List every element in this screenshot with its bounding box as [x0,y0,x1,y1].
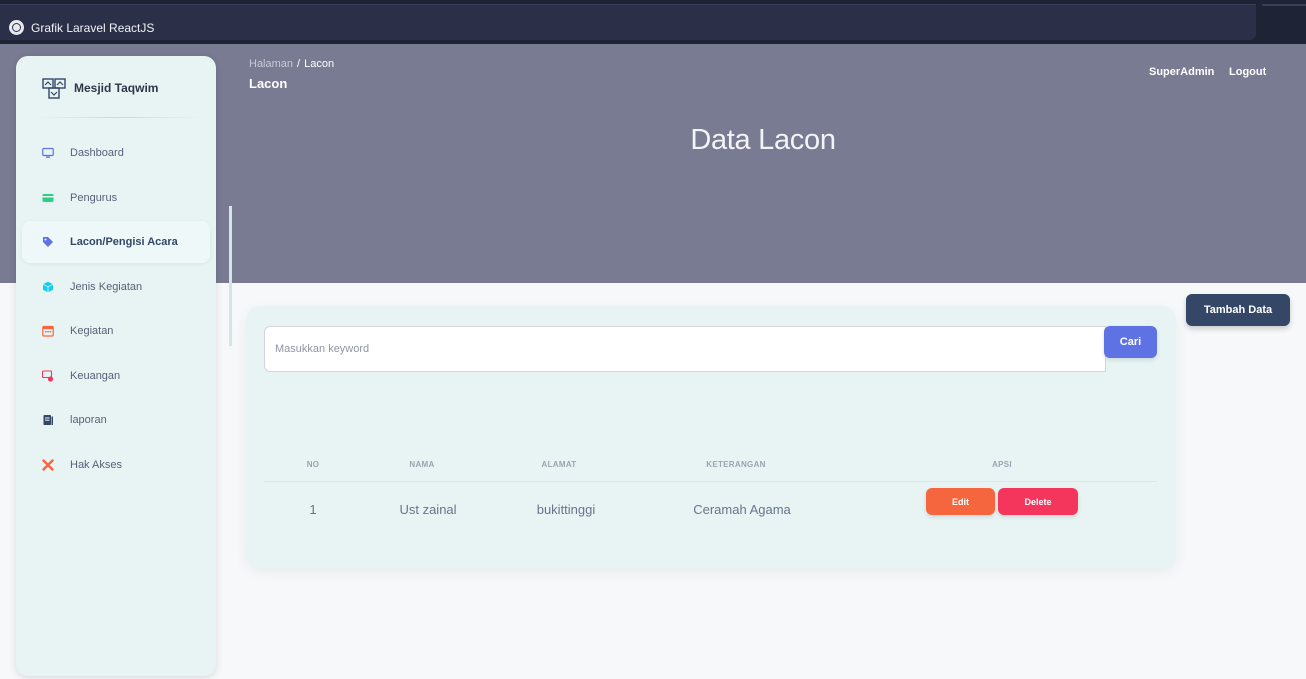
page-title: Lacon [249,76,288,91]
cell-nama: Ust zainal [399,502,457,517]
monitor-icon [42,147,54,159]
sidebar-item-pengurus[interactable]: Pengurus [22,177,210,219]
cell-no: 1 [309,502,317,517]
cell-keterangan: Ceramah Agama [693,502,791,517]
column-header-no: NO [306,460,320,469]
money-icon [42,369,54,382]
credit-card-icon [42,192,54,204]
column-header-alamat: ALAMAT [541,460,577,469]
data-table: NO NAMA ALAMAT KETERANGAN APSI 1 Ust zai… [264,456,1157,536]
brand-name: Mesjid Taqwim [74,81,159,95]
sidebar-item-keuangan[interactable]: Keuangan [22,355,210,397]
sidebar-item-label: Keuangan [70,369,121,382]
hero-title: Data Lacon [690,124,836,156]
sidebar-item-kegiatan[interactable]: Kegiatan [22,310,210,352]
sidebar-item-hak-akses[interactable]: Hak Akses [22,444,210,486]
sidebar-item-dashboard[interactable]: Dashboard [22,132,210,174]
data-card: Cari NO NAMA ALAMAT KETERANGAN APSI 1 Us… [246,306,1176,568]
sidebar-item-label: laporan [70,414,107,426]
page: Mesjid Taqwim Dashboard Pengurus Lacon/P… [0,44,1306,679]
breadcrumb: Halaman / Lacon [249,58,334,70]
sidebar-item-label: Kegiatan [70,325,114,337]
brand-logo-icon [42,78,66,99]
column-header-aksi: APSI [992,460,1012,469]
window-titlebar: Grafik Laravel ReactJS [0,0,1306,44]
tag-icon [42,236,54,248]
document-icon [42,414,54,426]
sidebar-item-label: Hak Akses [70,458,122,471]
user-name[interactable]: SuperAdmin [1149,66,1214,78]
table-header: NO NAMA ALAMAT KETERANGAN APSI [264,456,1157,482]
delete-button[interactable]: Delete [998,488,1078,515]
sidebar-nav: Dashboard Pengurus Lacon/Pengisi Acara J… [22,132,210,488]
browser-tab[interactable]: Grafik Laravel ReactJS [0,4,1256,40]
table-row: 1 Ust zainal bukittinggi Ceramah Agama E… [264,482,1157,536]
column-header-keterangan: KETERANGAN [706,460,766,469]
calendar-icon [42,325,54,337]
logout-link[interactable]: Logout [1229,66,1266,78]
sidebar-item-label: Jenis Kegiatan [70,280,143,293]
secondary-tab[interactable] [1262,4,1306,6]
breadcrumb-parent[interactable]: Halaman [249,58,293,70]
sidebar-item-label: Pengurus [70,191,118,204]
sidebar-scrollbar[interactable] [229,206,232,346]
sidebar: Mesjid Taqwim Dashboard Pengurus Lacon/P… [16,56,232,676]
breadcrumb-separator: / [297,58,301,70]
sidebar-item-label: Lacon/Pengisi Acara [70,236,178,248]
sidebar-divider [36,117,202,118]
sidebar-item-jenis-kegiatan[interactable]: Jenis Kegiatan [22,266,210,308]
sidebar-item-laporan[interactable]: laporan [22,399,210,441]
add-data-button[interactable]: Tambah Data [1186,294,1290,326]
search-input[interactable] [264,326,1106,372]
sidebar-item-lacon[interactable]: Lacon/Pengisi Acara [22,221,210,263]
window-title: Grafik Laravel ReactJS [31,21,155,35]
sidebar-item-label: Dashboard [70,147,124,159]
brand[interactable]: Mesjid Taqwim [42,76,158,100]
column-header-nama: NAMA [409,460,435,469]
app-icon [9,20,24,35]
search-button[interactable]: Cari [1104,326,1157,358]
cell-alamat: bukittinggi [536,502,596,517]
breadcrumb-current: Lacon [304,58,335,70]
edit-button[interactable]: Edit [926,488,995,515]
cube-icon [42,281,54,293]
tools-icon [42,458,54,471]
